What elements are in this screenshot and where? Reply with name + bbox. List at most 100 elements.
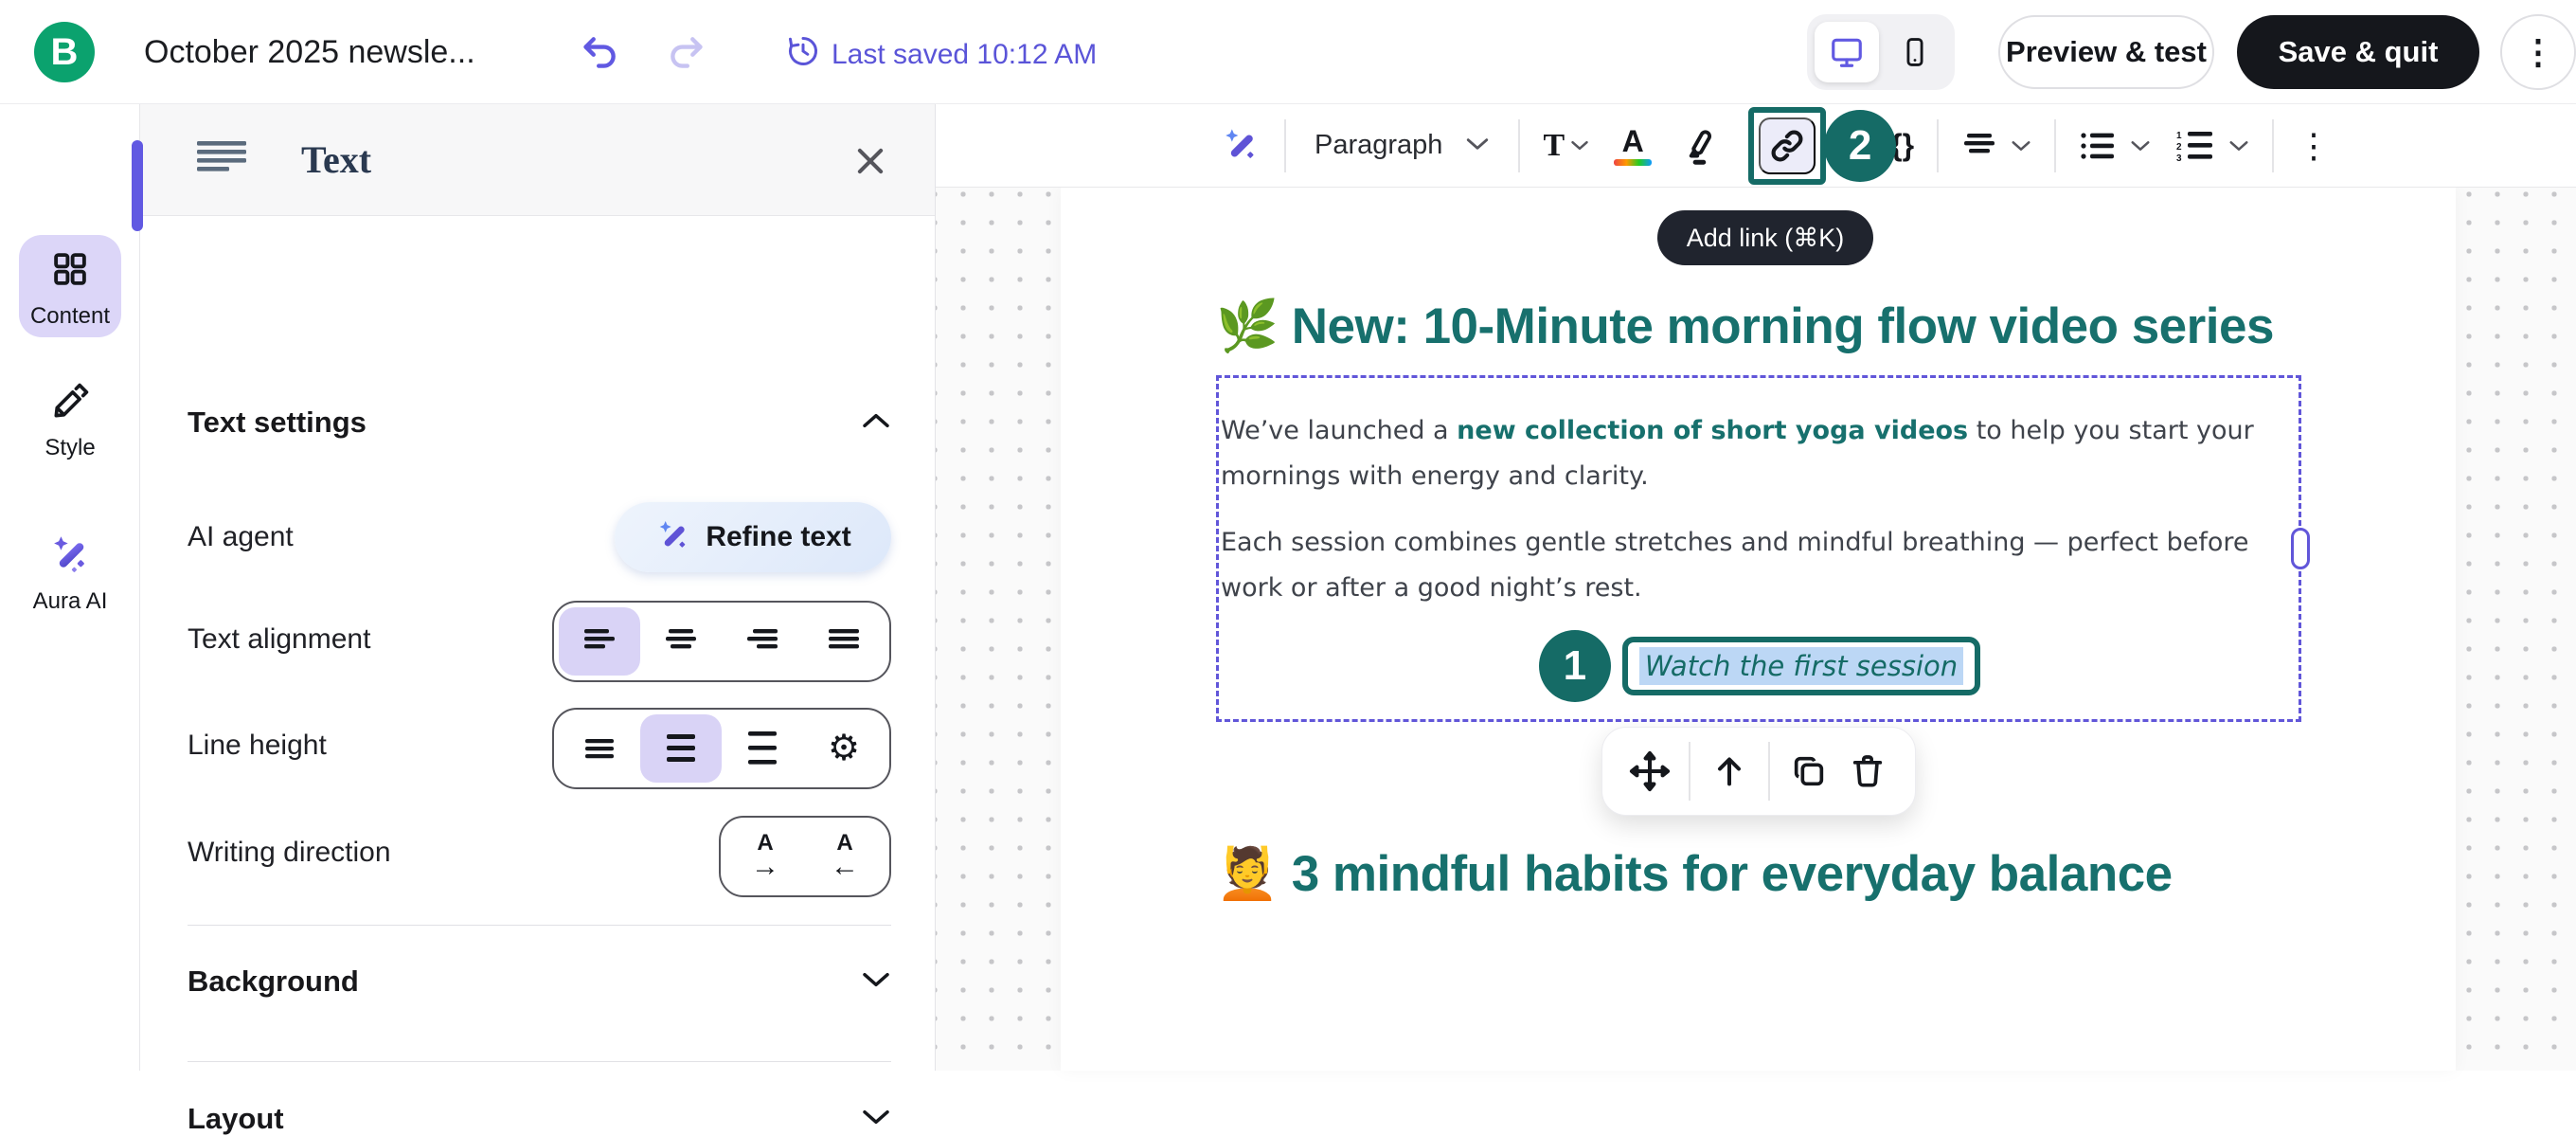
divider <box>2272 119 2274 172</box>
move-up-button[interactable] <box>1700 742 1759 801</box>
cta-row: 1 Watch the first session <box>1221 626 2299 706</box>
content-grid-icon <box>50 249 90 294</box>
email-heading-1[interactable]: 🌿 New: 10-Minute morning flow video seri… <box>1216 286 2301 368</box>
align-right-button[interactable] <box>722 607 803 676</box>
document-title[interactable]: October 2025 newsle... <box>144 34 475 71</box>
add-link-button[interactable] <box>1759 117 1816 174</box>
chevron-up-icon <box>861 411 891 435</box>
alignment-dropdown[interactable] <box>1961 132 2031 160</box>
cta-link-text[interactable]: Watch the first session <box>1639 647 1963 685</box>
history-clock-icon <box>786 34 820 76</box>
line-height-large-button[interactable] <box>722 714 803 783</box>
annotation-box-link-button <box>1748 107 1826 185</box>
ai-assist-button[interactable] <box>1220 125 1261 167</box>
text-settings-panel: Text Text settings AI agent Refine text <box>140 104 936 1071</box>
gear-icon: ⚙ <box>828 730 860 766</box>
formatting-toolbar: Paragraph T A <box>936 104 2576 188</box>
divider <box>188 1061 891 1062</box>
sidebar-item-content[interactable]: Content <box>0 235 140 337</box>
svg-text:2: 2 <box>2176 142 2182 153</box>
ltr-button[interactable]: A → <box>725 822 805 891</box>
line-height-medium-button[interactable] <box>640 714 722 783</box>
arrow-left-icon: ← <box>831 853 859 881</box>
block-action-toolbar <box>1601 727 1916 816</box>
paragraph-1[interactable]: We’ve launched a new collection of short… <box>1221 408 2299 499</box>
sidebar-item-style[interactable]: Style <box>0 381 140 461</box>
font-color-button[interactable]: A <box>1614 126 1652 166</box>
paragraph-2[interactable]: Each session combines gentle stretches a… <box>1221 520 2299 611</box>
email-sheet: 🌿 New: 10-Minute morning flow video seri… <box>1061 188 2456 1071</box>
align-left-button[interactable] <box>559 607 640 676</box>
redo-button[interactable] <box>663 31 708 73</box>
divider <box>1689 742 1690 801</box>
mobile-view-button[interactable] <box>1883 22 1947 82</box>
last-saved-status: Last saved 10:12 AM <box>786 34 1097 76</box>
annotation-badge-2: 2 <box>1824 110 1896 182</box>
close-panel-button[interactable] <box>850 140 891 182</box>
selected-text-block[interactable]: We’ve launched a new collection of short… <box>1216 375 2301 722</box>
divider <box>1937 119 1939 172</box>
panel-title: Text <box>301 137 371 182</box>
line-height-custom-gear-button[interactable]: ⚙ <box>803 714 885 783</box>
save-quit-button[interactable]: Save & quit <box>2237 15 2479 89</box>
undo-button[interactable] <box>578 31 623 73</box>
style-pen-icon <box>49 381 91 427</box>
massage-emoji: 💆 <box>1216 846 1279 902</box>
device-preview-toggle <box>1807 14 1955 90</box>
add-link-tooltip: Add link (⌘K) <box>1657 210 1873 265</box>
divider <box>1518 119 1520 172</box>
arrow-right-icon: → <box>751 853 779 881</box>
preview-test-button[interactable]: Preview & test <box>1998 15 2214 89</box>
sidebar-item-aura-ai[interactable]: Aura AI <box>0 532 140 615</box>
email-editor-app: B October 2025 newsle... Last saved 10:1… <box>0 0 2576 1071</box>
line-height-small-button[interactable] <box>559 714 640 783</box>
paragraph-style-dropdown[interactable]: Paragraph <box>1315 130 1490 161</box>
refine-text-button[interactable]: Refine text <box>615 502 891 572</box>
duplicate-block-button[interactable] <box>1780 742 1838 801</box>
annotation-box-cta: Watch the first session <box>1622 637 1980 695</box>
ai-agent-label: AI agent <box>188 521 294 553</box>
background-section[interactable]: Background <box>188 965 891 999</box>
writing-direction-control: A → A ← <box>719 816 891 897</box>
side-rail: Content Style Aura AI <box>0 104 140 1071</box>
email-content-column: 🌿 New: 10-Minute morning flow video seri… <box>1216 188 2301 915</box>
delete-block-button[interactable] <box>1838 742 1897 801</box>
toolbar-more-button[interactable]: ⋮ <box>2297 126 2331 166</box>
inline-text-link[interactable]: new collection of short yoga videos <box>1457 416 1968 445</box>
email-heading-2[interactable]: 💆 3 mindful habits for everyday balance <box>1216 834 2301 915</box>
line-height-label: Line height <box>188 730 327 762</box>
desktop-view-button[interactable] <box>1815 22 1879 82</box>
align-justify-button[interactable] <box>803 607 885 676</box>
align-center-button[interactable] <box>640 607 722 676</box>
text-alignment-control <box>552 601 891 682</box>
top-bar: B October 2025 newsle... Last saved 10:1… <box>0 0 2576 104</box>
more-options-button[interactable]: ⋮ <box>2500 14 2576 90</box>
chevron-down-icon <box>861 1108 891 1131</box>
text-alignment-label: Text alignment <box>188 623 370 656</box>
panel-header: Text <box>140 104 935 216</box>
layout-section[interactable]: Layout <box>188 1102 891 1136</box>
editor-canvas: Paragraph T A <box>936 104 2576 1071</box>
leaf-emoji: 🌿 <box>1216 298 1279 354</box>
chevron-down-icon <box>861 970 891 994</box>
highlight-button[interactable] <box>1676 124 1720 168</box>
active-tab-indicator <box>132 140 143 231</box>
divider <box>1284 119 1286 172</box>
numbered-list-dropdown[interactable]: 123 <box>2175 130 2249 162</box>
text-settings-section[interactable]: Text settings <box>188 406 891 440</box>
divider <box>2054 119 2056 172</box>
font-size-dropdown[interactable]: T <box>1543 128 1589 164</box>
block-resize-handle[interactable] <box>2291 528 2310 569</box>
writing-direction-label: Writing direction <box>188 837 391 869</box>
magic-wand-icon <box>48 532 92 581</box>
rtl-button[interactable]: A ← <box>805 822 885 891</box>
bullet-list-dropdown[interactable] <box>2079 131 2151 161</box>
line-height-control: ⚙ <box>552 708 891 789</box>
sparkle-wand-icon <box>654 517 692 558</box>
text-block-icon <box>193 138 248 181</box>
move-block-button[interactable] <box>1620 742 1679 801</box>
brand-logo[interactable]: B <box>34 22 95 82</box>
canvas-body: 🌿 New: 10-Minute morning flow video seri… <box>936 188 2576 1071</box>
annotation-badge-1: 1 <box>1539 630 1611 702</box>
svg-text:3: 3 <box>2176 153 2182 162</box>
